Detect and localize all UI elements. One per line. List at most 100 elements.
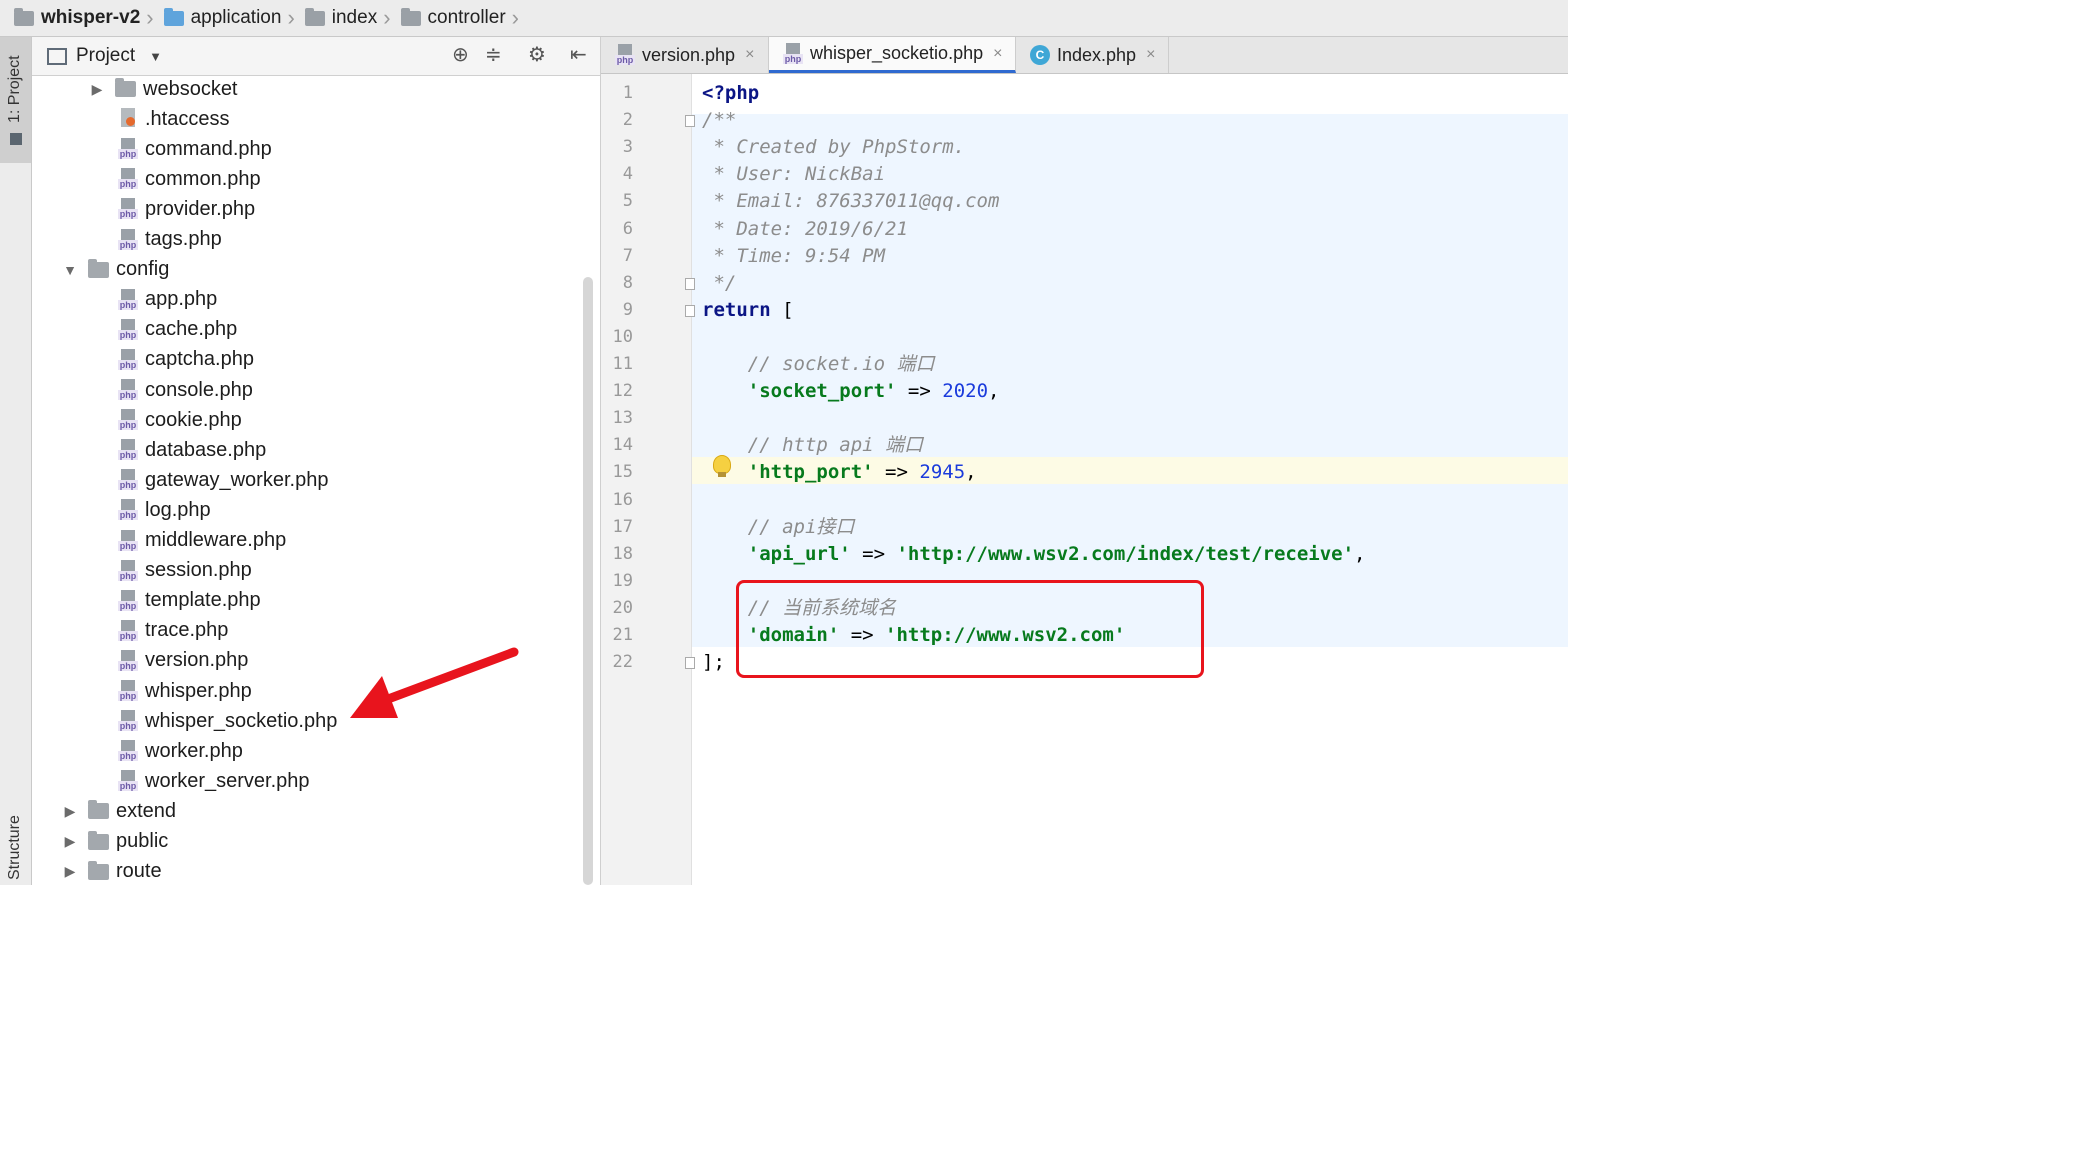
expand-arrow-right-icon[interactable]: ▶ <box>62 833 78 850</box>
tree-item[interactable]: php app.php <box>118 285 217 315</box>
line-number[interactable]: 2 <box>601 107 633 134</box>
tree-item[interactable]: php whisper_socketio.php <box>118 706 337 736</box>
tree-item[interactable]: php trace.php <box>118 616 228 646</box>
tree-item[interactable]: php database.php <box>118 435 266 465</box>
expand-arrow-right-icon[interactable]: ▶ <box>62 803 78 820</box>
tree-item[interactable]: php provider.php <box>118 194 255 224</box>
locate-file-icon[interactable]: ⊕ <box>452 45 469 65</box>
project-panel-title[interactable]: Project <box>76 45 135 67</box>
fold-marker-icon[interactable] <box>685 277 695 290</box>
chevron-down-icon[interactable]: ▼ <box>149 49 162 64</box>
tree-item[interactable]: ▶ public <box>62 827 169 857</box>
project-view-icon <box>47 47 67 65</box>
tree-item[interactable]: php tags.php <box>118 225 222 255</box>
line-number[interactable]: 18 <box>601 541 633 568</box>
line-number[interactable]: 3 <box>601 134 633 161</box>
line-number[interactable]: 4 <box>601 161 633 188</box>
code-line: * User: NickBai <box>702 163 886 186</box>
tree-item[interactable]: ▶ route <box>62 857 162 885</box>
folder-icon <box>88 830 109 850</box>
tree-item-label: websocket <box>143 77 238 100</box>
tree-item[interactable]: php captcha.php <box>118 345 254 375</box>
class-icon: C <box>1030 45 1050 65</box>
expand-arrow-right-icon[interactable]: ▶ <box>89 81 105 98</box>
tree-item[interactable]: php version.php <box>118 646 248 676</box>
php-file-icon: php <box>615 44 635 66</box>
breadcrumb-item-index[interactable]: index › <box>304 0 401 36</box>
tab-whisper-socketio-php[interactable]: php whisper_socketio.php × <box>769 37 1016 73</box>
collapse-all-icon[interactable]: ≑ <box>485 45 502 65</box>
line-number[interactable]: 1 <box>601 80 633 107</box>
tool-window-strip: 1: Project Structure <box>0 37 32 885</box>
intention-bulb-icon[interactable] <box>713 455 731 477</box>
tree-item[interactable]: ▶ websocket <box>89 74 238 104</box>
chevron-right-icon: › <box>287 5 295 30</box>
gear-icon[interactable]: ⚙ <box>528 45 546 65</box>
code-line: * Time: 9:54 PM <box>702 244 886 267</box>
tab-label: whisper_socketio.php <box>810 43 984 63</box>
expand-arrow-down-icon[interactable]: ▼ <box>62 262 78 278</box>
tree-item[interactable]: php template.php <box>118 586 261 616</box>
tree-item[interactable]: php worker_server.php <box>118 766 310 796</box>
tree-item[interactable]: ▼ config <box>62 255 169 285</box>
tree-item[interactable]: php command.php <box>118 134 272 164</box>
line-number[interactable]: 5 <box>601 188 633 215</box>
tree-item-label: log.php <box>145 498 211 521</box>
tool-window-project-tab[interactable]: 1: Project <box>0 37 31 163</box>
fold-marker-icon[interactable] <box>685 304 695 317</box>
expand-arrow-right-icon[interactable]: ▶ <box>62 863 78 880</box>
line-number[interactable]: 11 <box>601 351 633 378</box>
fold-marker-icon[interactable] <box>685 657 695 670</box>
line-number[interactable]: 16 <box>601 487 633 514</box>
tree-item[interactable]: php worker.php <box>118 736 243 766</box>
folder-icon <box>88 800 109 820</box>
close-icon[interactable]: × <box>993 45 1002 63</box>
line-number-gutter[interactable]: 1 2 3 4 5 6 7 8 9 10 11 12 13 14 15 16 17 18 19 20 21 22 <box>601 74 695 885</box>
tree-item[interactable]: php log.php <box>118 495 211 525</box>
tree-item[interactable]: php console.php <box>118 375 253 405</box>
php-file-icon: php <box>118 138 138 160</box>
tree-item[interactable]: php middleware.php <box>118 526 286 556</box>
line-number[interactable]: 8 <box>601 270 633 297</box>
tree-item[interactable]: .htaccess <box>118 104 229 134</box>
line-number[interactable]: 19 <box>601 568 633 595</box>
code-line: * Created by PhpStorm. <box>702 136 966 159</box>
tab-version-php[interactable]: php version.php × <box>601 37 769 73</box>
line-number[interactable]: 14 <box>601 432 633 459</box>
tree-item[interactable]: php common.php <box>118 164 261 194</box>
tree-item[interactable]: php whisper.php <box>118 676 252 706</box>
tree-item[interactable]: php session.php <box>118 556 252 586</box>
project-scrollbar[interactable] <box>583 277 593 885</box>
line-number[interactable]: 15 <box>601 459 633 486</box>
tree-item[interactable]: php cookie.php <box>118 405 242 435</box>
tree-item[interactable]: php gateway_worker.php <box>118 465 328 495</box>
fold-marker-icon[interactable] <box>685 115 695 128</box>
hide-panel-icon[interactable]: ⇤ <box>570 45 587 65</box>
breadcrumb-item-application[interactable]: application › <box>163 0 305 36</box>
line-number[interactable]: 21 <box>601 622 633 649</box>
code-editor[interactable]: 1 2 3 4 5 6 7 8 9 10 11 12 13 14 15 16 17 18 19 20 21 22 <?ph… <box>601 74 1568 885</box>
line-number[interactable]: 10 <box>601 324 633 351</box>
tool-window-structure-tab[interactable]: Structure <box>0 777 31 885</box>
tree-item-label: worker.php <box>145 739 243 762</box>
line-number[interactable]: 12 <box>601 378 633 405</box>
line-number[interactable]: 6 <box>601 216 633 243</box>
breadcrumb-item-controller[interactable]: controller › <box>400 0 529 36</box>
php-file-icon: php <box>118 198 138 220</box>
line-number[interactable]: 7 <box>601 243 633 270</box>
line-number[interactable]: 13 <box>601 405 633 432</box>
tree-item-label: route <box>116 860 162 883</box>
folder-icon <box>400 7 421 26</box>
php-file-icon: php <box>118 529 138 552</box>
close-icon[interactable]: × <box>1146 46 1155 64</box>
tree-item[interactable]: ▶ extend <box>62 796 176 826</box>
chevron-right-icon: › <box>511 5 519 30</box>
line-number[interactable]: 20 <box>601 595 633 622</box>
tree-item[interactable]: php cache.php <box>118 315 237 345</box>
line-number[interactable]: 22 <box>601 649 633 676</box>
line-number[interactable]: 9 <box>601 297 633 324</box>
tab-index-php[interactable]: C Index.php × <box>1016 37 1169 73</box>
breadcrumb-item-project[interactable]: whisper-v2 › <box>14 0 164 36</box>
close-icon[interactable]: × <box>745 46 754 64</box>
line-number[interactable]: 17 <box>601 514 633 541</box>
